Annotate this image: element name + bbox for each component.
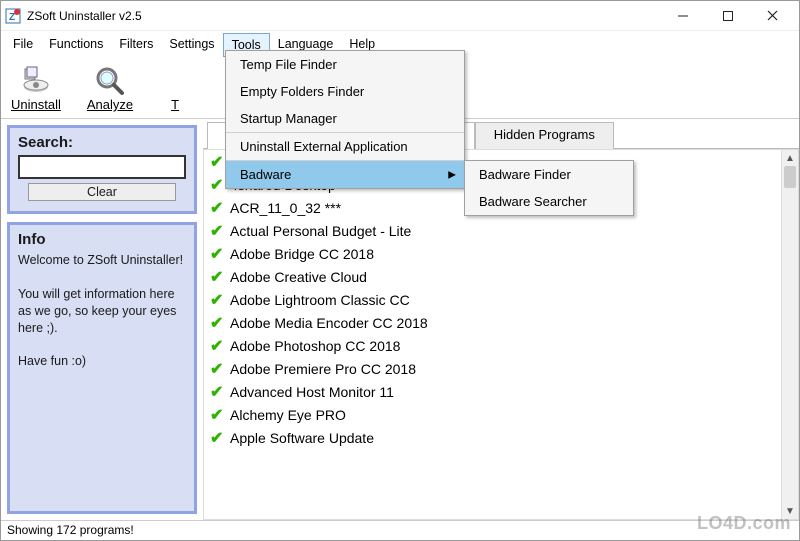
list-item[interactable]: ✔Apple Software Update (204, 426, 798, 449)
toolbar-uninstall-label: Uninstall (11, 97, 61, 112)
tab-hidden-programs[interactable]: Hidden Programs (475, 122, 614, 149)
list-item[interactable]: ✔Adobe Premiere Pro CC 2018 (204, 357, 798, 380)
checkmark-icon: ✔ (210, 336, 230, 356)
search-label: Search: (18, 134, 186, 151)
checkmark-icon: ✔ (210, 405, 230, 425)
clear-button[interactable]: Clear (28, 183, 176, 201)
checkmark-icon: ✔ (210, 244, 230, 264)
dd-startup-manager[interactable]: Startup Manager (226, 105, 464, 132)
menu-functions[interactable]: Functions (41, 33, 111, 57)
program-name: Adobe Creative Cloud (230, 269, 367, 285)
program-name: Adobe Premiere Pro CC 2018 (230, 361, 416, 377)
app-icon: Z (5, 8, 21, 24)
program-name: ACR_11_0_32 *** (230, 200, 341, 216)
info-text: Welcome to ZSoft Uninstaller! You will g… (18, 252, 186, 370)
dd-badware-finder[interactable]: Badware Finder (465, 161, 633, 188)
dd-badware[interactable]: Badware ▶ Badware Finder Badware Searche… (226, 160, 464, 188)
toolbar-temp-label: T (171, 97, 179, 112)
toolbar-uninstall[interactable]: Uninstall (11, 65, 61, 112)
program-name: Apple Software Update (230, 430, 374, 446)
dd-badware-searcher[interactable]: Badware Searcher (465, 188, 633, 215)
menu-settings[interactable]: Settings (161, 33, 222, 57)
vertical-scrollbar[interactable]: ▲ ▼ (781, 150, 798, 519)
program-name: Advanced Host Monitor 11 (230, 384, 394, 400)
checkmark-icon: ✔ (210, 221, 230, 241)
info-title: Info (18, 231, 186, 248)
list-item[interactable]: ✔Alchemy Eye PRO (204, 403, 798, 426)
program-name: Adobe Photoshop CC 2018 (230, 338, 400, 354)
search-input[interactable] (18, 155, 186, 179)
window-title: ZSoft Uninstaller v2.5 (27, 9, 660, 23)
checkmark-icon: ✔ (210, 428, 230, 448)
list-item[interactable]: ✔Adobe Bridge CC 2018 (204, 242, 798, 265)
list-item[interactable]: ✔Actual Personal Budget - Lite (204, 219, 798, 242)
close-button[interactable] (750, 2, 795, 30)
window-controls (660, 2, 795, 30)
list-item[interactable]: ✔Adobe Creative Cloud (204, 265, 798, 288)
program-name: Adobe Bridge CC 2018 (230, 246, 374, 262)
badware-submenu: Badware Finder Badware Searcher (464, 160, 634, 216)
menu-filters[interactable]: Filters (111, 33, 161, 57)
svg-text:Z: Z (9, 12, 15, 23)
list-item[interactable]: ✔Adobe Photoshop CC 2018 (204, 334, 798, 357)
minimize-button[interactable] (660, 2, 705, 30)
status-text: Showing 172 programs! (7, 523, 134, 537)
toolbar-temp[interactable]: T (159, 65, 191, 112)
checkmark-icon: ✔ (210, 267, 230, 287)
left-column: Search: Clear Info Welcome to ZSoft Unin… (1, 119, 203, 520)
scroll-down-icon[interactable]: ▼ (782, 503, 798, 519)
info-panel: Info Welcome to ZSoft Uninstaller! You w… (7, 222, 197, 514)
checkmark-icon: ✔ (210, 198, 230, 218)
dd-uninstall-external[interactable]: Uninstall External Application (226, 132, 464, 160)
checkmark-icon: ✔ (210, 290, 230, 310)
info-line1: Welcome to ZSoft Uninstaller! (18, 252, 186, 269)
toolbar-analyze-label: Analyze (87, 97, 133, 112)
analyze-icon (94, 65, 126, 97)
dd-temp-file-finder[interactable]: Temp File Finder (226, 51, 464, 78)
program-name: Adobe Media Encoder CC 2018 (230, 315, 428, 331)
uninstall-icon (20, 65, 52, 97)
program-name: Adobe Lightroom Classic CC (230, 292, 410, 308)
checkmark-icon: ✔ (210, 359, 230, 379)
checkmark-icon: ✔ (210, 313, 230, 333)
search-panel: Search: Clear (7, 125, 197, 214)
dd-badware-label: Badware (240, 167, 291, 182)
maximize-button[interactable] (705, 2, 750, 30)
app-window: Z ZSoft Uninstaller v2.5 File Functions … (0, 0, 800, 541)
list-item[interactable]: ✔Advanced Host Monitor 11 (204, 380, 798, 403)
list-item[interactable]: ✔Adobe Media Encoder CC 2018 (204, 311, 798, 334)
scroll-up-icon[interactable]: ▲ (782, 150, 798, 166)
info-line3: Have fun :o) (18, 353, 186, 370)
info-line2: You will get information here as we go, … (18, 286, 186, 337)
statusbar: Showing 172 programs! (1, 520, 799, 540)
submenu-arrow-icon: ▶ (448, 169, 456, 180)
menu-file[interactable]: File (5, 33, 41, 57)
scroll-thumb[interactable] (784, 166, 796, 188)
program-name: Actual Personal Budget - Lite (230, 223, 411, 239)
program-name: Alchemy Eye PRO (230, 407, 346, 423)
temp-icon (159, 65, 191, 97)
dd-empty-folders-finder[interactable]: Empty Folders Finder (226, 78, 464, 105)
checkmark-icon: ✔ (210, 382, 230, 402)
titlebar: Z ZSoft Uninstaller v2.5 (1, 1, 799, 31)
list-item[interactable]: ✔Adobe Lightroom Classic CC (204, 288, 798, 311)
tools-dropdown: Temp File Finder Empty Folders Finder St… (225, 50, 465, 189)
toolbar-analyze[interactable]: Analyze (87, 65, 133, 112)
